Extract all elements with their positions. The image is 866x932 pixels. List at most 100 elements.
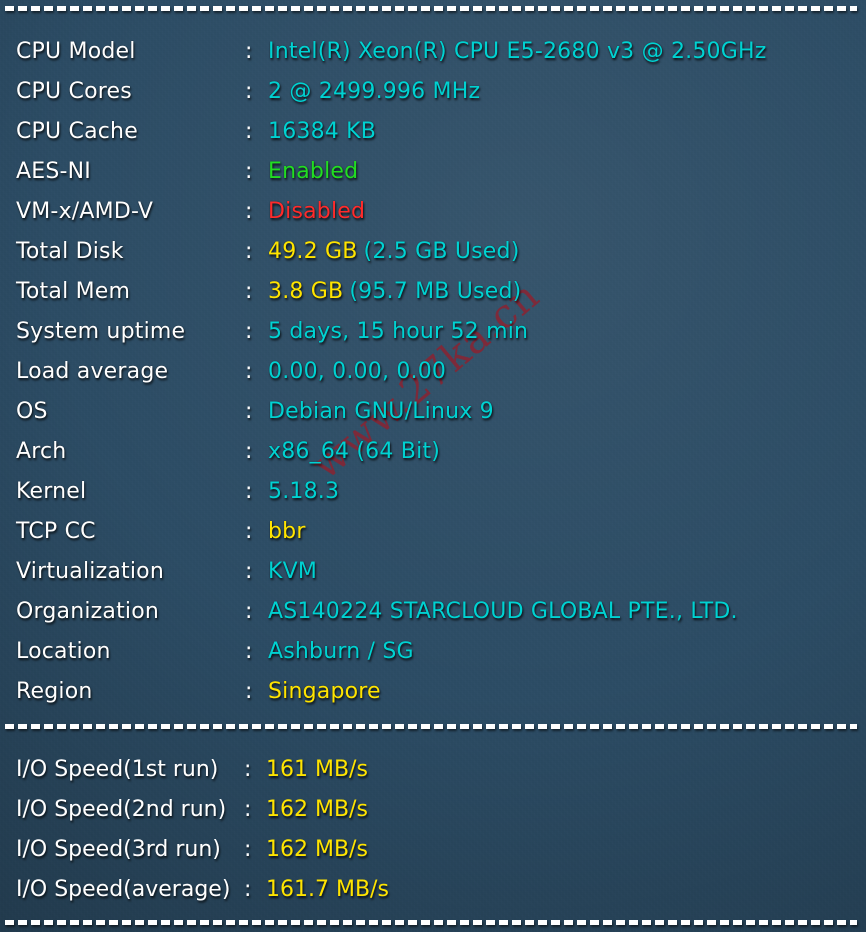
info-row-value: 16384 KB xyxy=(268,112,376,152)
info-row-value-main: 49.2 GB xyxy=(268,239,358,264)
info-row-label: Load average xyxy=(16,359,169,384)
info-row-value-main: 3.8 GB xyxy=(268,279,344,304)
info-row-label: TCP CC xyxy=(16,519,96,544)
io-speed-label: I/O Speed(2nd run) xyxy=(16,797,227,822)
separator-top xyxy=(5,6,857,11)
info-row-value-main: Intel(R) Xeon(R) CPU E5-2680 v3 @ 2.50GH… xyxy=(268,39,767,64)
benchmark-output-screen: www.27ka.cn CPU Model: Intel(R) Xeon(R) C… xyxy=(0,0,866,932)
info-row-colon: : xyxy=(245,559,253,584)
info-row: CPU Model: Intel(R) Xeon(R) CPU E5-2680 v… xyxy=(0,32,866,72)
info-row-label: CPU Model xyxy=(16,39,136,64)
info-row-colon: : xyxy=(245,199,253,224)
io-speed-value: 162 MB/s xyxy=(266,837,368,862)
info-row-colon: : xyxy=(245,39,253,64)
info-row: Arch: x86_64 (64 Bit) xyxy=(0,432,866,472)
info-row-colon: : xyxy=(245,279,253,304)
info-row-label: Arch xyxy=(16,439,67,464)
info-row: Virtualization: KVM xyxy=(0,552,866,592)
info-row: Organization: AS140224 STARCLOUD GLOBAL P… xyxy=(0,592,866,632)
info-row-value-main: Singapore xyxy=(268,679,381,704)
info-row-value-main: 5 days, 15 hour 52 min xyxy=(268,319,529,344)
io-speed-value: 161.7 MB/s xyxy=(266,877,389,902)
info-row-value: 5.18.3 xyxy=(268,472,339,512)
info-row: AES-NI: Enabled xyxy=(0,152,866,192)
info-row-label: System uptime xyxy=(16,319,186,344)
info-row: Region: Singapore xyxy=(0,672,866,712)
info-row-value-main: KVM xyxy=(268,559,318,584)
info-row-label: Kernel xyxy=(16,479,87,504)
info-row-colon: : xyxy=(245,439,253,464)
info-row: System uptime:5 days, 15 hour 52 min xyxy=(0,312,866,352)
info-row-value-main: 2 @ 2499.996 MHz xyxy=(268,79,481,104)
io-speed-value: 161 MB/s xyxy=(266,757,368,782)
info-row-value-main: 0.00, 0.00, 0.00 xyxy=(268,359,447,384)
info-row-value-detail: (95.7 MB Used) xyxy=(349,279,522,304)
info-row-value: Ashburn / SG xyxy=(268,632,414,672)
io-speed-row: I/O Speed(2nd run):162 MB/s xyxy=(0,790,866,830)
info-row-colon: : xyxy=(245,519,253,544)
info-row-value-main: 16384 KB xyxy=(268,119,377,144)
info-row-colon: : xyxy=(245,159,253,184)
info-row: Location: Ashburn / SG xyxy=(0,632,866,672)
info-row-label: Region xyxy=(16,679,93,704)
info-row-value: 2 @ 2499.996 MHz xyxy=(268,72,480,112)
info-row-value: KVM xyxy=(268,552,317,592)
info-row-value-main: x86_64 (64 Bit) xyxy=(268,439,440,464)
info-row-colon: : xyxy=(245,239,253,264)
info-row-colon: : xyxy=(245,599,253,624)
system-info-list: CPU Model: Intel(R) Xeon(R) CPU E5-2680 v… xyxy=(0,32,866,712)
info-row-value: 0.00, 0.00, 0.00 xyxy=(268,352,446,392)
info-row-colon: : xyxy=(245,79,253,104)
info-row-colon: : xyxy=(245,679,253,704)
info-row-value-main: 5.18.3 xyxy=(268,479,340,504)
info-row-colon: : xyxy=(245,119,253,144)
info-row: CPU Cache:16384 KB xyxy=(0,112,866,152)
info-row-label: CPU Cores xyxy=(16,79,132,104)
info-row-label: Organization xyxy=(16,599,160,624)
info-row-value: bbr xyxy=(268,512,306,552)
info-row: OS: Debian GNU/Linux 9 xyxy=(0,392,866,432)
info-row-label: VM-x/AMD-V xyxy=(16,199,154,224)
info-row: VM-x/AMD-V: Disabled xyxy=(0,192,866,232)
io-speed-label: I/O Speed(1st run) xyxy=(16,757,219,782)
info-row-label: Location xyxy=(16,639,111,664)
info-row-label: AES-NI xyxy=(16,159,91,184)
info-row-label: OS xyxy=(16,399,48,424)
info-row: Load average:0.00, 0.00, 0.00 xyxy=(0,352,866,392)
info-row: Total Disk:49.2 GB (2.5 GB Used) xyxy=(0,232,866,272)
info-row-value-main: Ashburn / SG xyxy=(268,639,414,664)
info-row-value-main: Enabled xyxy=(268,159,359,184)
info-row-label: Virtualization xyxy=(16,559,164,584)
info-row-colon: : xyxy=(245,479,253,504)
info-row-label: Total Disk xyxy=(16,239,124,264)
info-row: Total Mem:3.8 GB (95.7 MB Used) xyxy=(0,272,866,312)
info-row-value: 5 days, 15 hour 52 min xyxy=(268,312,528,352)
io-speed-colon: : xyxy=(244,837,252,862)
info-row-value: Debian GNU/Linux 9 xyxy=(268,392,494,432)
info-row-value: Singapore xyxy=(268,672,381,712)
info-row-value: AS140224 STARCLOUD GLOBAL PTE., LTD. xyxy=(268,592,738,632)
io-speed-value: 162 MB/s xyxy=(266,797,368,822)
info-row-value: Enabled xyxy=(268,152,358,192)
info-row-value: Disabled xyxy=(268,192,365,232)
info-row-colon: : xyxy=(245,359,253,384)
info-row-value: 49.2 GB (2.5 GB Used) xyxy=(268,232,519,272)
io-speed-colon: : xyxy=(244,877,252,902)
io-speed-label: I/O Speed(average) xyxy=(16,877,231,902)
terminal-content: CPU Model: Intel(R) Xeon(R) CPU E5-2680 v… xyxy=(0,0,866,932)
io-speed-label: I/O Speed(3rd run) xyxy=(16,837,221,862)
io-speed-row: I/O Speed(3rd run):162 MB/s xyxy=(0,830,866,870)
info-row: TCP CC: bbr xyxy=(0,512,866,552)
info-row-value-main: AS140224 STARCLOUD GLOBAL PTE., LTD. xyxy=(268,599,738,624)
info-row-value: 3.8 GB (95.7 MB Used) xyxy=(268,272,521,312)
io-speed-row: I/O Speed(average):161.7 MB/s xyxy=(0,870,866,910)
io-speed-row: I/O Speed(1st run):161 MB/s xyxy=(0,750,866,790)
info-row-colon: : xyxy=(245,319,253,344)
info-row-colon: : xyxy=(245,639,253,664)
info-row: Kernel:5.18.3 xyxy=(0,472,866,512)
info-row-value: x86_64 (64 Bit) xyxy=(268,432,440,472)
info-row-colon: : xyxy=(245,399,253,424)
info-row-value-detail: (2.5 GB Used) xyxy=(363,239,520,264)
io-speed-list: I/O Speed(1st run):161 MB/s I/O Speed(2nd… xyxy=(0,750,866,910)
separator-bottom xyxy=(5,920,857,925)
